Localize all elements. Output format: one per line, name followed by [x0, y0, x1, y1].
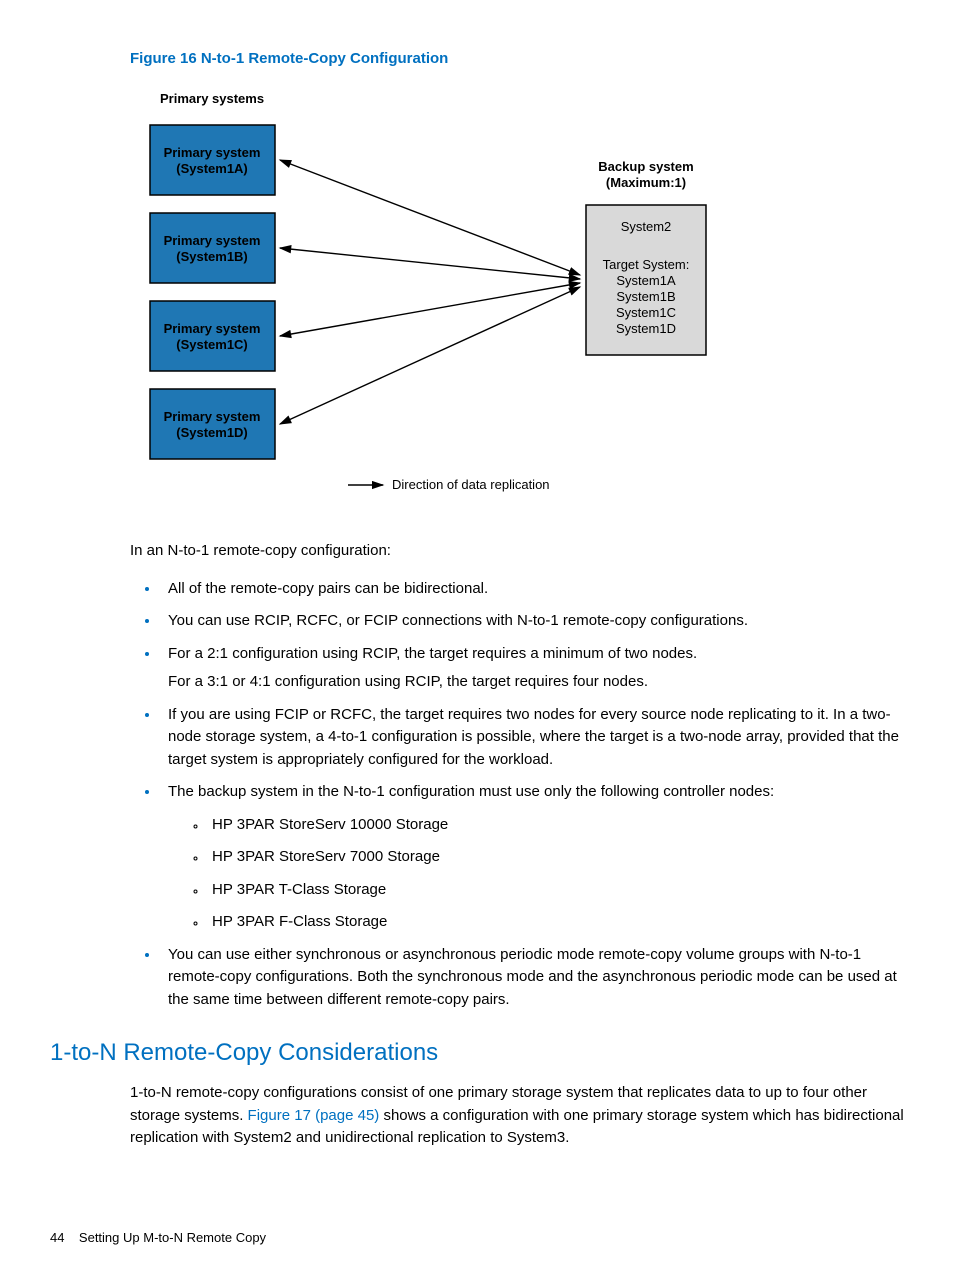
svg-text:(System1C): (System1C): [176, 337, 248, 352]
edge-1c: [280, 283, 580, 336]
edge-1a: [280, 160, 580, 275]
sub-item: HP 3PAR StoreServ 10000 Storage: [206, 814, 904, 837]
n-to-1-diagram: Primary systems Backup system (Maximum:1…: [130, 85, 904, 510]
svg-text:(System1D): (System1D): [176, 425, 248, 440]
bullet-item: The backup system in the N-to-1 configur…: [160, 781, 904, 934]
svg-text:Primary system: Primary system: [164, 409, 261, 424]
svg-text:Target System:: Target System:: [603, 257, 690, 272]
bullet-item: For a 2:1 configuration using RCIP, the …: [160, 643, 904, 694]
primary-system-1d-box: Primary system (System1D): [150, 389, 275, 459]
svg-text:Primary system: Primary system: [164, 233, 261, 248]
sub-item: HP 3PAR F-Class Storage: [206, 911, 904, 934]
bullet-text: For a 3:1 or 4:1 configuration using RCI…: [168, 671, 904, 694]
sub-item: HP 3PAR StoreServ 7000 Storage: [206, 846, 904, 869]
bullet-text: For a 2:1 configuration using RCIP, the …: [168, 645, 697, 662]
intro-text: In an N-to-1 remote-copy configuration:: [130, 540, 904, 563]
section-paragraph: 1-to-N remote-copy configurations consis…: [130, 1082, 904, 1150]
svg-text:(System1B): (System1B): [176, 249, 248, 264]
bullet-text: The backup system in the N-to-1 configur…: [168, 783, 774, 800]
config-bullet-list: All of the remote-copy pairs can be bidi…: [130, 578, 904, 1012]
svg-text:Primary system: Primary system: [164, 321, 261, 336]
svg-text:System1C: System1C: [616, 305, 676, 320]
primary-system-1b-box: Primary system (System1B): [150, 213, 275, 283]
page-footer: 44 Setting Up M-to-N Remote Copy: [50, 1230, 266, 1245]
bullet-item: All of the remote-copy pairs can be bidi…: [160, 578, 904, 601]
svg-text:System2: System2: [621, 219, 672, 234]
svg-text:System1D: System1D: [616, 321, 676, 336]
legend-text: Direction of data replication: [392, 477, 550, 492]
svg-text:System1A: System1A: [616, 273, 676, 288]
target-system-box: System2 Target System: System1A System1B…: [586, 205, 706, 355]
sub-item: HP 3PAR T-Class Storage: [206, 879, 904, 902]
page-number: 44: [50, 1230, 64, 1245]
footer-section-title: Setting Up M-to-N Remote Copy: [79, 1230, 266, 1245]
svg-text:Primary system: Primary system: [164, 145, 261, 160]
section-heading-1-to-n: 1-to-N Remote-Copy Considerations: [50, 1039, 904, 1067]
primary-systems-label: Primary systems: [160, 91, 264, 106]
svg-text:System1B: System1B: [616, 289, 675, 304]
figure-caption: Figure 16 N-to-1 Remote-Copy Configurati…: [130, 50, 904, 67]
bullet-item: If you are using FCIP or RCFC, the targe…: [160, 704, 904, 772]
edge-1d: [280, 287, 580, 424]
svg-text:(System1A): (System1A): [176, 161, 248, 176]
primary-system-1c-box: Primary system (System1C): [150, 301, 275, 371]
primary-system-1a-box: Primary system (System1A): [150, 125, 275, 195]
backup-system-label: Backup system: [598, 159, 693, 174]
bullet-item: You can use either synchronous or asynch…: [160, 944, 904, 1012]
edge-1b: [280, 248, 580, 279]
controller-nodes-sublist: HP 3PAR StoreServ 10000 Storage HP 3PAR …: [168, 814, 904, 934]
figure-cross-reference[interactable]: Figure 17 (page 45): [248, 1107, 380, 1124]
backup-system-max-label: (Maximum:1): [606, 175, 686, 190]
bullet-item: You can use RCIP, RCFC, or FCIP connecti…: [160, 610, 904, 633]
